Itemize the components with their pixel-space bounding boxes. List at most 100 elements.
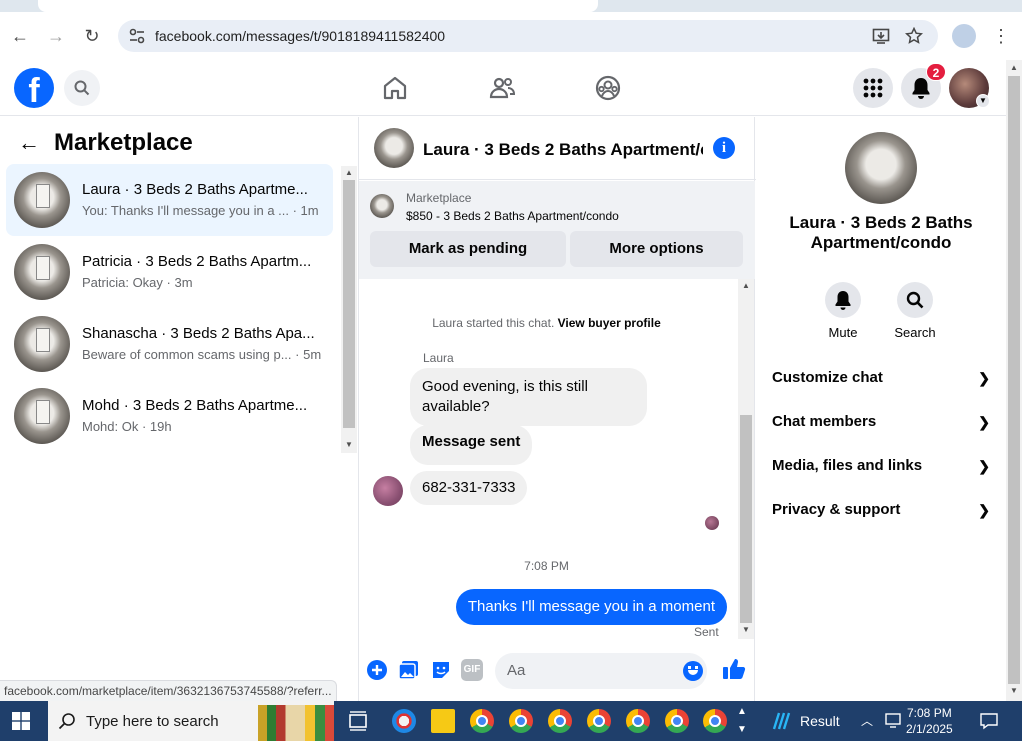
- more-options-button[interactable]: More options: [570, 231, 743, 267]
- chrome-icon[interactable]: [626, 709, 650, 733]
- scroll-up-icon[interactable]: ▲: [343, 168, 355, 177]
- profile-icon[interactable]: [952, 24, 976, 48]
- seen-avatar-indicator: [705, 516, 719, 530]
- conversation-item-mohd[interactable]: Mohd · 3 Beds 2 Baths Apartme... Mohd: O…: [6, 380, 333, 452]
- info-icon[interactable]: i: [713, 137, 735, 159]
- scroll-down-icon[interactable]: ▼: [1008, 686, 1020, 695]
- browser-menu-icon[interactable]: ⋮: [992, 24, 1010, 48]
- back-arrow-icon[interactable]: ←: [18, 131, 42, 155]
- link-preview-status-bar: facebook.com/marketplace/item/3632136753…: [0, 680, 337, 701]
- search-highlight-image[interactable]: [258, 705, 334, 741]
- media-files-links-section[interactable]: Media, files and links ❯: [772, 448, 990, 484]
- sender-avatar[interactable]: [373, 476, 403, 506]
- windows-start-icon[interactable]: [12, 712, 30, 730]
- listing-avatar-large[interactable]: [845, 132, 917, 204]
- chrome-icon[interactable]: [703, 709, 727, 733]
- bookmark-star-icon[interactable]: [905, 27, 923, 45]
- chevron-down-icon: ❯: [978, 458, 990, 474]
- listing-thumbnail: [14, 316, 70, 372]
- listing-thumbnail[interactable]: [370, 194, 394, 218]
- conversation-list-panel: ← Marketplace Laura · 3 Beds 2 Baths Apa…: [0, 117, 358, 701]
- chrome-icon[interactable]: [665, 709, 689, 733]
- thread-scrollbar[interactable]: ▲ ▼: [738, 279, 754, 639]
- reload-icon[interactable]: ↻: [80, 24, 104, 48]
- thumbs-up-icon[interactable]: [722, 657, 746, 681]
- scrollbar-thumb[interactable]: [740, 415, 752, 623]
- conversation-name: Shanascha · 3 Beds 2 Baths Apa...: [82, 325, 315, 342]
- taskbar-overflow-arrows-icon[interactable]: ▲ ▼: [737, 703, 747, 739]
- taskbar-search-box[interactable]: Type here to search: [48, 701, 334, 741]
- sticky-notes-icon[interactable]: [431, 709, 455, 733]
- result-label[interactable]: Result: [800, 713, 840, 729]
- scrollbar-thumb[interactable]: [343, 180, 355, 428]
- facebook-logo-icon[interactable]: f: [14, 68, 54, 108]
- install-app-icon[interactable]: [872, 27, 890, 45]
- search-icon: [58, 713, 75, 730]
- listing-price[interactable]: $850 - 3 Beds 2 Baths Apartment/condo: [406, 209, 619, 223]
- menu-grid-button[interactable]: [853, 68, 893, 108]
- chat-avatar[interactable]: [374, 128, 414, 168]
- scroll-down-icon[interactable]: ▼: [343, 440, 355, 449]
- address-bar[interactable]: facebook.com/messages/t/9018189411582400: [118, 20, 938, 52]
- scroll-up-icon[interactable]: ▲: [1008, 63, 1020, 72]
- friends-icon[interactable]: [488, 74, 516, 102]
- conversation-item-laura[interactable]: Laura · 3 Beds 2 Baths Apartme... You: T…: [6, 164, 333, 236]
- search-label: Search: [894, 325, 936, 340]
- notification-center-icon[interactable]: [979, 711, 999, 731]
- search-in-chat-button[interactable]: Search: [885, 282, 945, 340]
- tray-chevron-up-icon[interactable]: ︿: [861, 712, 873, 729]
- privacy-support-section[interactable]: Privacy & support ❯: [772, 492, 990, 528]
- mark-as-pending-button[interactable]: Mark as pending: [370, 231, 566, 267]
- customize-chat-section[interactable]: Customize chat ❯: [772, 360, 990, 396]
- active-tab[interactable]: [38, 0, 598, 12]
- account-chevron-down-icon[interactable]: ▼: [976, 94, 990, 108]
- photo-icon[interactable]: [398, 659, 420, 681]
- scrollbar-thumb[interactable]: [1008, 76, 1020, 684]
- chat-members-section[interactable]: Chat members ❯: [772, 404, 990, 440]
- plus-icon[interactable]: [366, 659, 388, 681]
- emoji-icon[interactable]: [683, 661, 703, 681]
- message-timestamp: 7:08 PM: [524, 559, 569, 573]
- home-icon[interactable]: [381, 74, 409, 102]
- system-clock[interactable]: 7:08 PM 2/1/2025: [906, 705, 953, 737]
- chrome-icon[interactable]: [470, 709, 494, 733]
- scroll-up-icon[interactable]: ▲: [740, 281, 752, 290]
- site-settings-icon[interactable]: [128, 27, 146, 45]
- sticker-icon[interactable]: [430, 659, 452, 681]
- message-input[interactable]: Aa: [495, 653, 707, 689]
- paint-app-icon[interactable]: [392, 709, 416, 733]
- marketplace-header: ← Marketplace: [0, 117, 358, 165]
- gif-icon[interactable]: GIF: [461, 659, 483, 681]
- chrome-icon[interactable]: [587, 709, 611, 733]
- search-icon: [897, 282, 933, 318]
- chat-details-title: Laura · 3 Beds 2 Baths Apartment/condo: [789, 213, 973, 252]
- forward-icon[interactable]: →: [44, 24, 68, 48]
- groups-icon[interactable]: [594, 74, 622, 102]
- conversation-item-patricia[interactable]: Patricia · 3 Beds 2 Baths Apartm... Patr…: [6, 236, 333, 308]
- chrome-icon[interactable]: [548, 709, 572, 733]
- network-icon[interactable]: [884, 711, 904, 731]
- chrome-icon[interactable]: [509, 709, 533, 733]
- url-text[interactable]: facebook.com/messages/t/9018189411582400: [155, 28, 445, 44]
- scroll-down-icon[interactable]: ▼: [740, 625, 752, 634]
- incoming-message[interactable]: 682-331-7333: [410, 471, 528, 505]
- facebook-header: f 2 ▼: [0, 60, 1006, 116]
- back-icon[interactable]: ←: [8, 24, 32, 48]
- section-label: Chat members: [772, 413, 877, 430]
- conversation-name: Laura · 3 Beds 2 Baths Apartme...: [82, 181, 308, 198]
- outgoing-message[interactable]: Thanks I'll message you in a moment: [455, 589, 727, 625]
- mute-button[interactable]: Mute: [813, 282, 873, 340]
- incoming-message[interactable]: Message sent: [410, 425, 533, 465]
- incoming-message[interactable]: Good evening, is this still available?: [410, 368, 647, 426]
- task-view-icon[interactable]: [346, 709, 370, 733]
- conversation-list-scrollbar[interactable]: ▲ ▼: [341, 166, 357, 453]
- cricket-result-icon[interactable]: [770, 709, 794, 733]
- chat-panel: Laura · 3 Beds 2 Baths Apartment/condo i…: [358, 117, 756, 701]
- windows-taskbar: Type here to search ▲ ▼ Result ︿ 7:08 PM …: [0, 701, 1022, 741]
- facebook-search-button[interactable]: [64, 70, 100, 106]
- bell-icon: [912, 78, 930, 99]
- conversation-item-shanascha[interactable]: Shanascha · 3 Beds 2 Baths Apa... Beware…: [6, 308, 333, 380]
- chat-title[interactable]: Laura · 3 Beds 2 Baths Apartment/condo: [423, 140, 703, 160]
- page-scrollbar[interactable]: ▲ ▼: [1006, 60, 1022, 701]
- view-buyer-profile-link[interactable]: View buyer profile: [558, 316, 661, 330]
